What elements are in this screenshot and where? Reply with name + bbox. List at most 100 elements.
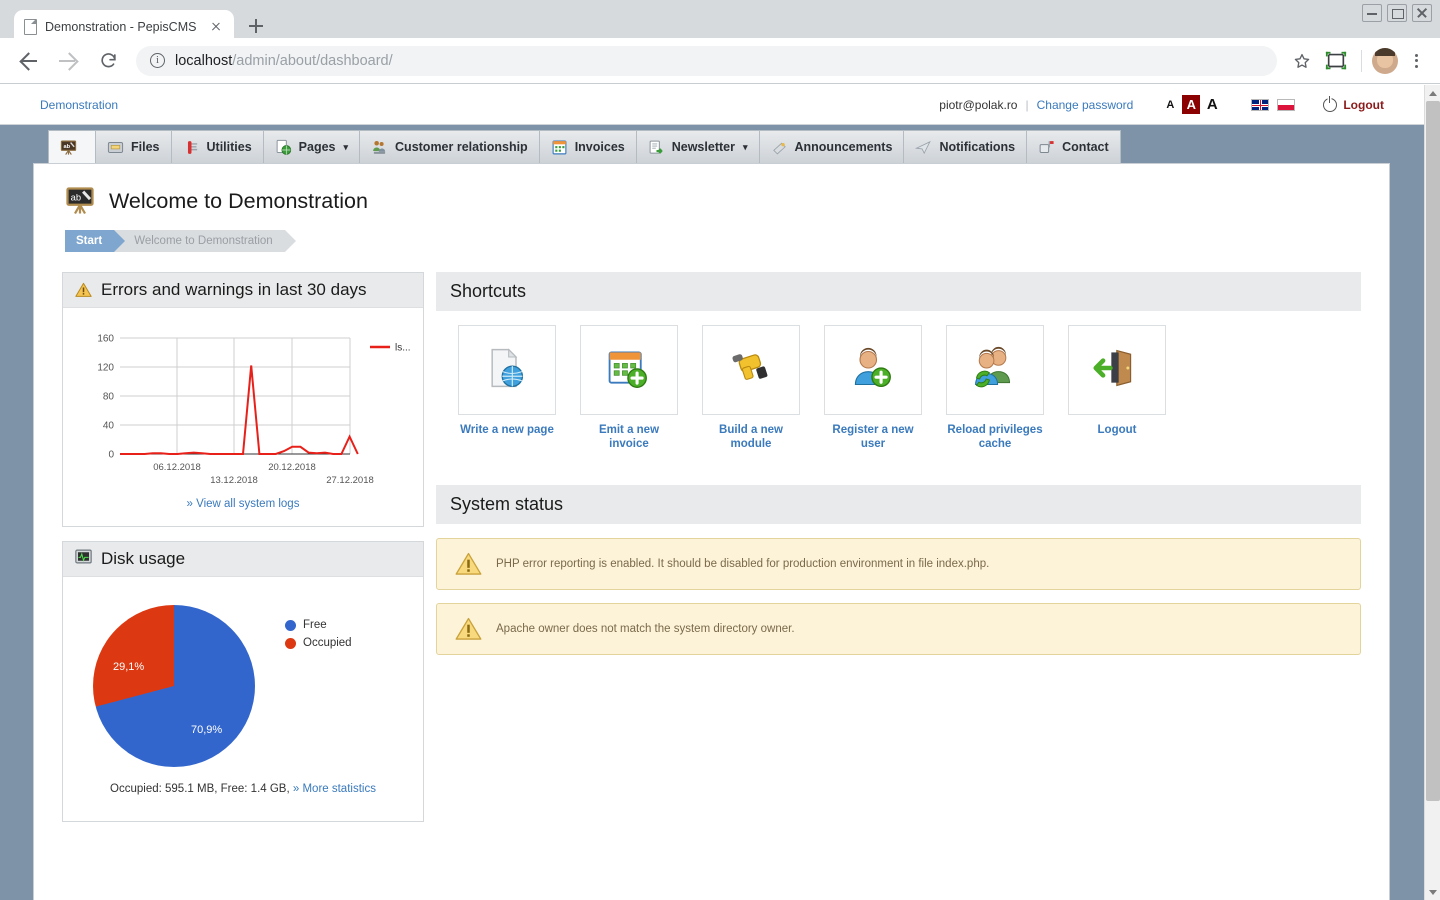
errors-warnings-body: 160 120 80 40 0 06.12.2018 13.12.2018 20… (63, 308, 423, 526)
nav-tab-utilities[interactable]: Utilities (170, 130, 263, 163)
system-status-header: System status (436, 485, 1361, 524)
breadcrumb-item-current: Welcome to Demonstration (114, 230, 297, 252)
user-email: piotr@polak.ro (939, 97, 1018, 112)
shortcut-emit-a-new-invoice[interactable]: Emit a new invoice (580, 325, 678, 451)
add-user-icon (849, 346, 897, 394)
nav-tab-label: Utilities (206, 140, 252, 154)
shortcut-label: Register a new user (832, 424, 914, 450)
flag-en-icon[interactable] (1251, 98, 1270, 111)
page-title-row: ab Welcome to Demonstration (34, 164, 1389, 216)
bookmark-star-icon[interactable] (1287, 46, 1317, 76)
nav-tab-customer-relationship[interactable]: Customer relationship (359, 130, 539, 163)
nav-tab-invoices[interactable]: Invoices (538, 130, 636, 163)
browser-toolbar: localhost/admin/about/dashboard/ (0, 38, 1440, 84)
shortcuts-header: Shortcuts (436, 272, 1361, 311)
maximize-window-button[interactable] (1387, 4, 1407, 22)
status-alert-text: Apache owner does not match the system d… (496, 623, 795, 635)
disk-usage-body: 29,1% 70,9% Free Occupied Occupied: 595.… (63, 577, 423, 821)
brand-link[interactable]: Demonstration (40, 98, 118, 112)
legend-label: Free (303, 619, 327, 631)
nav-tab-dashboard[interactable]: ab (48, 130, 95, 163)
new-invoice-icon (605, 346, 653, 394)
address-bar[interactable]: localhost/admin/about/dashboard/ (136, 45, 1277, 76)
shortcut-label: Build a new module (719, 424, 783, 450)
status-alert-text: PHP error reporting is enabled. It shoul… (496, 558, 990, 570)
dashboard-columns: Errors and warnings in last 30 days 160 … (34, 252, 1389, 836)
chevron-down-icon: ▾ (742, 141, 748, 152)
app-header-right: piotr@polak.ro | Change password A A A L… (939, 95, 1424, 114)
contact-icon (1038, 139, 1055, 156)
font-size-large-button[interactable]: A (1203, 95, 1221, 114)
shortcut-icon-box (824, 325, 922, 415)
reload-button[interactable] (90, 43, 126, 79)
cast-icon[interactable] (1321, 46, 1351, 76)
nav-tab-pages[interactable]: Pages ▾ (262, 130, 360, 163)
browser-menu-icon[interactable] (1402, 46, 1430, 76)
back-button[interactable] (10, 43, 46, 79)
svg-text:13.12.2018: 13.12.2018 (210, 475, 258, 486)
shortcut-logout[interactable]: Logout (1068, 325, 1166, 451)
page-scrollbar[interactable] (1424, 85, 1440, 900)
nav-tab-contact[interactable]: Contact (1026, 130, 1121, 163)
left-column: Errors and warnings in last 30 days 160 … (62, 272, 424, 836)
exit-door-icon (1093, 346, 1141, 394)
nav-tab-label: Newsletter (671, 140, 735, 154)
scroll-up-button[interactable] (1425, 85, 1440, 101)
breadcrumb-item-start[interactable]: Start (65, 230, 126, 252)
scroll-down-button[interactable] (1425, 884, 1440, 900)
nav-tab-label: Files (131, 140, 160, 154)
utilities-icon (183, 139, 200, 156)
view-all-system-logs-link[interactable]: » View all system logs (73, 490, 413, 514)
language-switcher (1251, 98, 1296, 111)
status-alert: PHP error reporting is enabled. It shoul… (436, 538, 1361, 590)
nav-tab-label: Announcements (794, 140, 893, 154)
nav-tab-newsletter[interactable]: Newsletter ▾ (635, 130, 759, 163)
disk-monitor-icon (75, 549, 92, 569)
shortcut-icon-box (580, 325, 678, 415)
system-status-panel: System status PHP error reporting is ena… (436, 485, 1361, 655)
newsletter-icon (648, 139, 665, 156)
profile-avatar[interactable] (1372, 47, 1398, 74)
shortcut-write-a-new-page[interactable]: Write a new page (458, 325, 556, 451)
nav-tab-label: Contact (1062, 140, 1109, 154)
new-page-icon (483, 346, 531, 394)
flag-pl-icon[interactable] (1277, 98, 1296, 111)
notifications-icon (915, 139, 932, 156)
address-bar-url: localhost/admin/about/dashboard/ (175, 53, 393, 69)
new-tab-button[interactable] (242, 12, 270, 40)
right-column: Shortcuts Write a new page Emit a new in… (436, 272, 1361, 669)
shortcut-reload-privileges-cache[interactable]: Reload privileges cache (946, 325, 1044, 451)
svg-text:ls...: ls... (395, 343, 411, 354)
svg-text:40: 40 (103, 421, 115, 432)
close-tab-icon[interactable] (208, 19, 224, 35)
nav-tab-files[interactable]: Files (95, 130, 171, 163)
reload-users-icon (971, 346, 1019, 394)
logout-button[interactable]: Logout (1323, 95, 1384, 112)
chevron-down-icon: ▾ (343, 141, 349, 152)
page-viewport: Demonstration piotr@polak.ro | Change pa… (0, 85, 1440, 900)
more-statistics-link[interactable]: » More statistics (293, 783, 376, 795)
scrollbar-thumb[interactable] (1426, 101, 1440, 801)
minimize-window-button[interactable] (1362, 4, 1382, 22)
font-size-small-button[interactable]: A (1161, 95, 1179, 114)
forward-button[interactable] (50, 43, 86, 79)
legend-dot-icon (285, 637, 296, 649)
site-info-icon[interactable] (150, 52, 165, 68)
legend-item-free: Free (285, 619, 352, 631)
shortcut-icon-box (702, 325, 800, 415)
change-password-link[interactable]: Change password (1037, 98, 1134, 112)
nav-tab-label: Pages (298, 140, 336, 154)
browser-tab[interactable]: Demonstration - PepisCMS (14, 10, 234, 43)
errors-warnings-header: Errors and warnings in last 30 days (63, 273, 423, 308)
disk-pie-legend: Free Occupied (285, 619, 352, 655)
nav-tab-announcements[interactable]: Announcements (758, 130, 904, 163)
svg-text:06.12.2018: 06.12.2018 (153, 462, 201, 473)
pie-slice-label-occupied: 29,1% (113, 661, 145, 673)
close-window-button[interactable] (1412, 4, 1432, 22)
shortcut-register-a-new-user[interactable]: Register a new user (824, 325, 922, 451)
disk-usage-pie-chart: 29,1% 70,9% (93, 605, 255, 767)
shortcut-build-a-new-module[interactable]: Build a new module (702, 325, 800, 451)
warning-icon (455, 617, 482, 641)
font-size-medium-button[interactable]: A (1182, 95, 1201, 114)
nav-tab-notifications[interactable]: Notifications (903, 130, 1027, 163)
